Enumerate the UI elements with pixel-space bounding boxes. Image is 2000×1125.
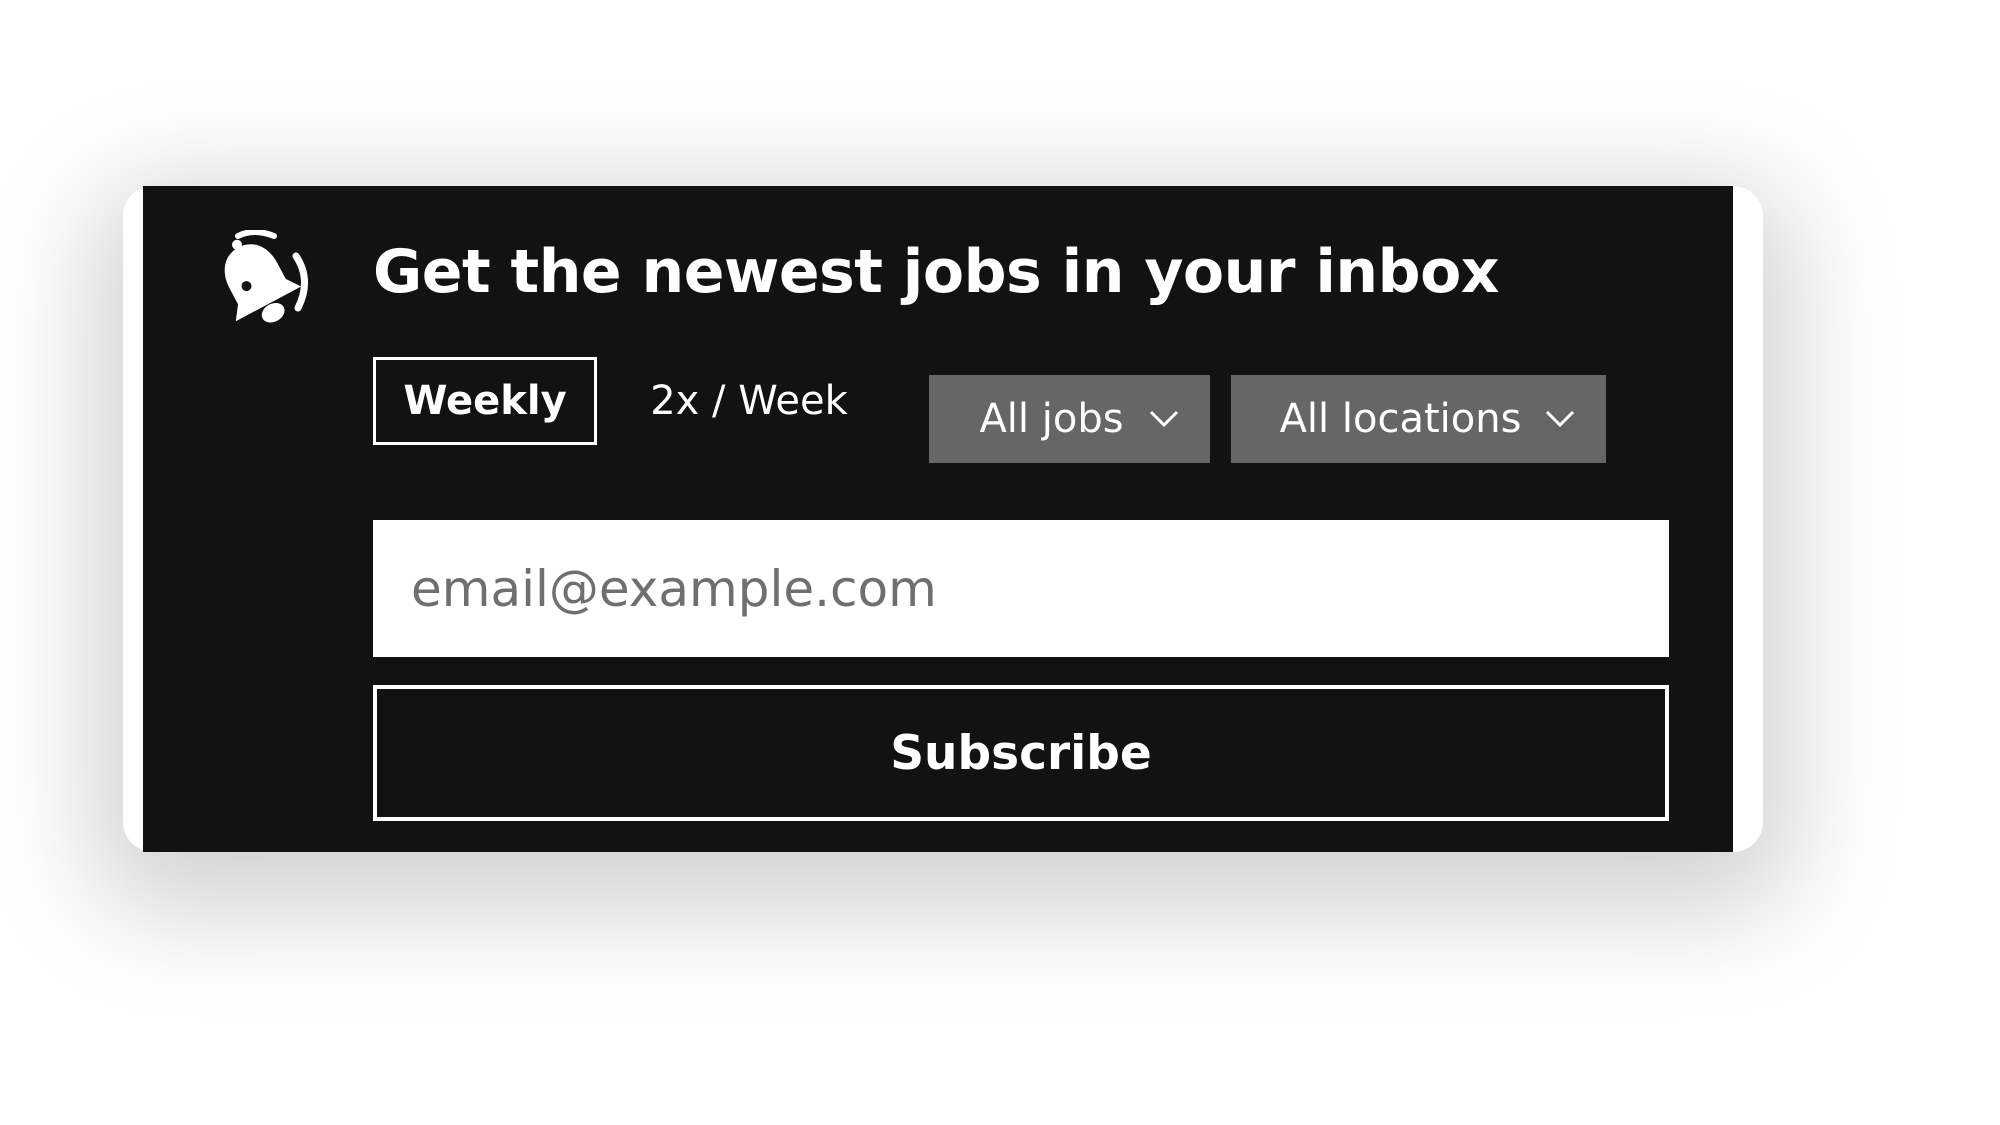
- frequency-weekly-button[interactable]: Weekly: [373, 357, 597, 445]
- jobs-filter-label: All jobs: [979, 396, 1124, 442]
- page: Get the newest jobs in your inbox Weekly…: [0, 0, 2000, 1125]
- email-input[interactable]: [373, 520, 1669, 657]
- chevron-down-icon: [1545, 410, 1575, 428]
- chevron-down-icon: [1149, 410, 1179, 428]
- jobs-filter-dropdown[interactable]: All jobs: [929, 375, 1210, 463]
- subscribe-button[interactable]: Subscribe: [373, 685, 1669, 821]
- bell-ringing-icon: [224, 230, 308, 323]
- locations-filter-label: All locations: [1279, 396, 1522, 442]
- widget-title: Get the newest jobs in your inbox: [373, 237, 1500, 307]
- locations-filter-dropdown[interactable]: All locations: [1231, 375, 1606, 463]
- frequency-twice-weekly-button[interactable]: 2x / Week: [640, 357, 858, 445]
